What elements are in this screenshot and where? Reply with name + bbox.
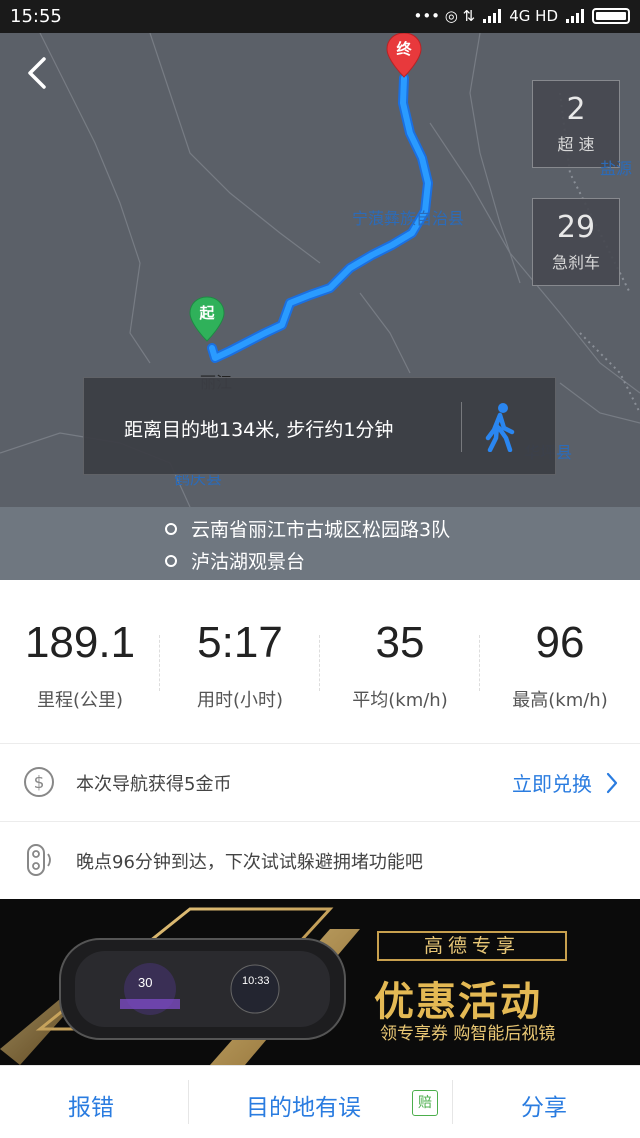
route-summary: 云南省丽江市古城区松园路3队 泸沽湖观景台 xyxy=(0,507,640,580)
signal-icon-2 xyxy=(566,9,584,23)
coin-icon: $ xyxy=(24,767,54,797)
divider xyxy=(188,1080,189,1124)
hard-brake-count-box: 29 急刹车 xyxy=(532,198,620,286)
walk-guidance-banner[interactable]: 距离目的地134米, 步行约1分钟 xyxy=(83,377,556,475)
destination-dot-icon xyxy=(165,554,177,567)
route-origin: 云南省丽江市古城区松园路3队 xyxy=(165,515,450,542)
stat-duration: 5:17 用时(小时) xyxy=(160,580,320,743)
status-icons: ••• ◎ ⇅ xyxy=(413,7,476,25)
report-error-button[interactable]: 报错 xyxy=(68,1088,114,1122)
hard-brake-count: 29 xyxy=(556,210,596,245)
route-destination-text: 泸沽湖观景台 xyxy=(191,551,306,573)
traffic-tip-row: 晚点96分钟到达，下次试试躲避拥堵功能吧 xyxy=(0,821,640,899)
walking-person-icon xyxy=(485,403,515,453)
stat-label: 最高(km/h) xyxy=(512,690,608,711)
origin-dot-icon xyxy=(165,522,177,535)
chevron-right-icon xyxy=(606,772,618,793)
battery-icon xyxy=(592,8,630,24)
wrong-destination-button[interactable]: 目的地有误 xyxy=(246,1088,361,1122)
route-origin-text: 云南省丽江市古城区松园路3队 xyxy=(191,519,451,541)
stat-value: 5:17 xyxy=(197,618,283,667)
promo-clock-readout: 10:33 xyxy=(242,975,270,987)
coins-row[interactable]: $ 本次导航获得5金币 立即兑换 xyxy=(0,743,640,821)
coins-text: 本次导航获得5金币 xyxy=(76,774,232,795)
speeding-label: 超 速 xyxy=(557,135,595,154)
stat-distance: 189.1 里程(公里) xyxy=(0,580,160,743)
status-indicators: ••• ◎ ⇅ 4G HD xyxy=(413,7,630,25)
trip-stats: 189.1 里程(公里) 5:17 用时(小时) 35 平均(km/h) 96 … xyxy=(0,580,640,743)
share-button[interactable]: 分享 xyxy=(521,1088,567,1122)
network-type: 4G HD xyxy=(509,7,558,25)
traffic-tip-text: 晚点96分钟到达，下次试试躲避拥堵功能吧 xyxy=(76,852,423,873)
start-pin-label: 起 xyxy=(199,304,215,322)
status-bar: 15:55 ••• ◎ ⇅ 4G HD xyxy=(0,0,640,33)
end-pin-label: 终 xyxy=(396,40,412,58)
divider xyxy=(461,402,462,452)
promo-speed-readout: 30 xyxy=(138,975,153,990)
speeding-count: 2 xyxy=(566,92,586,127)
stat-average-speed: 35 平均(km/h) xyxy=(320,580,480,743)
redeem-label: 立即兑换 xyxy=(512,772,592,796)
back-button[interactable] xyxy=(18,53,58,93)
chevron-left-icon xyxy=(28,57,46,89)
stat-label: 平均(km/h) xyxy=(352,690,448,711)
stat-max-speed: 96 最高(km/h) xyxy=(480,580,640,743)
traffic-light-icon xyxy=(27,844,51,876)
walk-guidance-text: 距离目的地134米, 步行约1分钟 xyxy=(124,419,394,441)
hard-brake-label: 急刹车 xyxy=(551,253,600,272)
map-label-county: 宁蒗彝族自治县 xyxy=(352,209,465,228)
end-pin: 终 xyxy=(385,33,423,79)
walk-navigation-button[interactable] xyxy=(482,402,518,453)
stat-label: 用时(小时) xyxy=(196,690,284,711)
route-destination: 泸沽湖观景台 xyxy=(165,547,305,574)
stat-value: 35 xyxy=(375,618,425,667)
signal-icon xyxy=(483,9,502,23)
stat-value: 96 xyxy=(535,618,585,667)
status-time: 15:55 xyxy=(10,6,62,27)
route-map[interactable]: 2 超 速 29 急刹车 宁蒗彝族自治县 丽江 鹤庆县 华坪县 盐源 起 终 距… xyxy=(0,33,640,507)
stat-value: 189.1 xyxy=(24,618,136,667)
compensation-badge: 赔 xyxy=(412,1090,438,1116)
bottom-action-bar: 报错 目的地有误 赔 分享 xyxy=(0,1065,640,1138)
stat-label: 里程(公里) xyxy=(36,690,124,711)
svg-text:$: $ xyxy=(34,773,45,793)
map-label-yanyuan: 盐源 xyxy=(600,159,633,178)
start-pin: 起 xyxy=(188,295,226,343)
promo-subline: 领专享券 购智能后视镜 xyxy=(380,1024,556,1044)
redeem-button[interactable]: 立即兑换 xyxy=(512,768,618,797)
divider xyxy=(452,1080,453,1124)
promo-banner[interactable]: 30 10:33 高德专享 优惠活动 领专享券 购智能后视镜 xyxy=(0,899,640,1065)
promo-tag: 高德专享 xyxy=(377,931,567,961)
